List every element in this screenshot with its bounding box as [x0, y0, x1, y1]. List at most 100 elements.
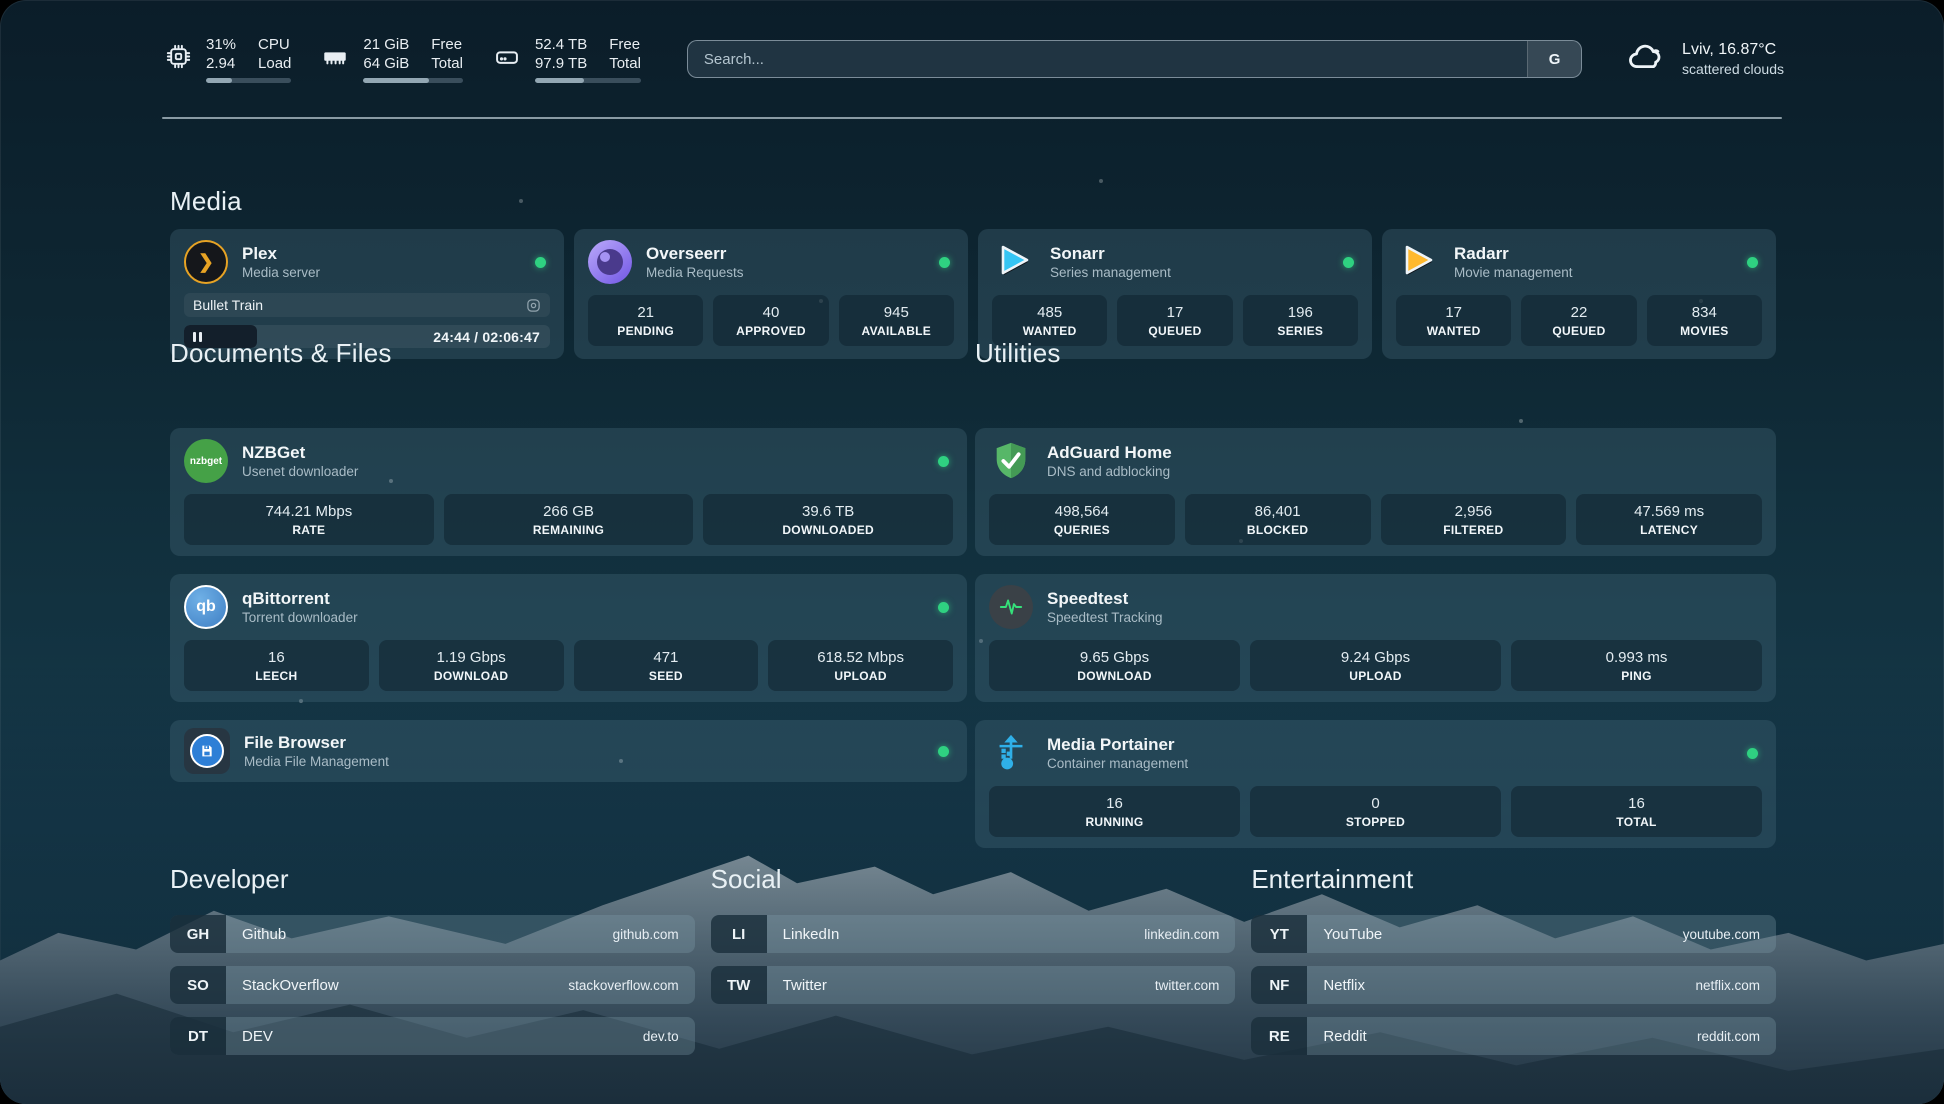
filebrowser-icon: [184, 728, 230, 774]
now-playing-title: Bullet Train: [193, 297, 263, 313]
stat-total: 16TOTAL: [1511, 786, 1762, 837]
disk-icon: [493, 43, 521, 76]
ram-label-bottom: Total: [431, 54, 463, 73]
cpu-load-avg: 2.94: [206, 54, 236, 73]
top-bar: 31% 2.94 CPU Load: [165, 28, 1784, 90]
status-dot: [1747, 257, 1758, 268]
portainer-crane-icon: [989, 731, 1033, 775]
app-name: NZBGet: [242, 442, 358, 463]
status-dot: [938, 746, 949, 757]
cpu-icon: [165, 43, 192, 75]
status-dot: [1343, 257, 1354, 268]
app-name: Sonarr: [1050, 243, 1171, 264]
ram-icon: [321, 43, 349, 76]
stat-approved: 40APPROVED: [713, 295, 828, 346]
section-title-utilities: Utilities: [975, 338, 1061, 369]
overseerr-icon: [588, 240, 632, 284]
section-title-documents: Documents & Files: [170, 338, 392, 369]
nzbget-icon: nzbget: [184, 439, 228, 483]
cpu-label-top: CPU: [258, 35, 291, 54]
app-card-portainer[interactable]: Media Portainer Container management 16R…: [975, 720, 1776, 848]
link-youtube[interactable]: YT YouTube youtube.com: [1251, 915, 1776, 953]
app-subtitle: DNS and adblocking: [1047, 463, 1172, 480]
stat-pending: 21PENDING: [588, 295, 703, 346]
utilities-column: AdGuard Home DNS and adblocking 498,564Q…: [975, 428, 1776, 866]
cpu-label-bottom: Load: [258, 54, 291, 73]
app-subtitle: Media File Management: [244, 753, 389, 770]
ram-total: 64 GiB: [363, 54, 409, 73]
disk-label-bottom: Total: [609, 54, 641, 73]
link-github[interactable]: GH Github github.com: [170, 915, 695, 953]
search-engine-button[interactable]: G: [1527, 41, 1581, 77]
system-stats: 31% 2.94 CPU Load: [165, 35, 641, 83]
link-abbr-badge: DT: [170, 1017, 226, 1055]
app-card-radarr[interactable]: Radarr Movie management 17WANTED 22QUEUE…: [1382, 229, 1776, 359]
link-netflix[interactable]: NF Netflix netflix.com: [1251, 966, 1776, 1004]
stat-available: 945AVAILABLE: [839, 295, 954, 346]
stat-wanted: 17WANTED: [1396, 295, 1511, 346]
status-dot: [1747, 748, 1758, 759]
stat-downloaded: 39.6 TBDOWNLOADED: [703, 494, 953, 545]
documents-column: nzbget NZBGet Usenet downloader 744.21 M…: [170, 428, 967, 800]
link-reddit[interactable]: RE Reddit reddit.com: [1251, 1017, 1776, 1055]
status-dot: [938, 602, 949, 613]
stat-series: 196SERIES: [1243, 295, 1358, 346]
app-name: Overseerr: [646, 243, 744, 264]
link-abbr-badge: SO: [170, 966, 226, 1004]
app-name: Media Portainer: [1047, 734, 1188, 755]
app-card-nzbget[interactable]: nzbget NZBGet Usenet downloader 744.21 M…: [170, 428, 967, 556]
cpu-percent: 31%: [206, 35, 236, 54]
app-name: Radarr: [1454, 243, 1573, 264]
search-bar: G: [687, 40, 1582, 78]
bookmark-group-entertainment: Entertainment YT YouTube youtube.com NF …: [1251, 864, 1776, 1068]
status-dot: [939, 257, 950, 268]
qbittorrent-icon: qb: [184, 585, 228, 629]
link-abbr-badge: LI: [711, 915, 767, 953]
cpu-stat: 31% 2.94 CPU Load: [165, 35, 291, 83]
stat-movies: 834MOVIES: [1647, 295, 1762, 346]
disk-stat: 52.4 TB 97.9 TB Free Total: [493, 35, 641, 83]
section-title-social: Social: [711, 864, 1236, 895]
sonarr-icon: [992, 240, 1036, 284]
radarr-icon: [1396, 240, 1440, 284]
ram-progress-fill: [363, 78, 429, 83]
section-title-entertainment: Entertainment: [1251, 864, 1776, 895]
stat-queued: 17QUEUED: [1117, 295, 1232, 346]
cpu-progress-fill: [206, 78, 232, 83]
app-subtitle: Movie management: [1454, 264, 1573, 281]
ram-progress-track: [363, 78, 463, 83]
link-abbr-badge: YT: [1251, 915, 1307, 953]
disk-total: 97.9 TB: [535, 54, 587, 73]
app-subtitle: Usenet downloader: [242, 463, 358, 480]
stat-download: 9.65 GbpsDOWNLOAD: [989, 640, 1240, 691]
memory-stat: 21 GiB 64 GiB Free Total: [321, 35, 463, 83]
link-twitter[interactable]: TW Twitter twitter.com: [711, 966, 1236, 1004]
app-card-speedtest[interactable]: Speedtest Speedtest Tracking 9.65 GbpsDO…: [975, 574, 1776, 702]
app-name: File Browser: [244, 732, 389, 753]
stat-remaining: 266 GBREMAINING: [444, 494, 694, 545]
weather-condition: scattered clouds: [1682, 61, 1784, 77]
status-dot: [535, 257, 546, 268]
ram-label-top: Free: [431, 35, 463, 54]
stat-stopped: 0STOPPED: [1250, 786, 1501, 837]
snow-specks: [0, 0, 2, 2]
app-card-qbittorrent[interactable]: qb qBittorrent Torrent downloader 16LEEC…: [170, 574, 967, 702]
app-subtitle: Media server: [242, 264, 320, 281]
app-card-overseerr[interactable]: Overseerr Media Requests 21PENDING 40APP…: [574, 229, 968, 359]
link-linkedin[interactable]: LI LinkedIn linkedin.com: [711, 915, 1236, 953]
media-card-grid: ❯ Plex Media server Bullet Train 24:44: [170, 229, 1776, 359]
cpu-progress-track: [206, 78, 291, 83]
now-playing-row: Bullet Train: [184, 293, 550, 317]
link-stackoverflow[interactable]: SO StackOverflow stackoverflow.com: [170, 966, 695, 1004]
app-card-adguard[interactable]: AdGuard Home DNS and adblocking 498,564Q…: [975, 428, 1776, 556]
disk-free: 52.4 TB: [535, 35, 587, 54]
section-title-media: Media: [170, 186, 242, 217]
app-subtitle: Media Requests: [646, 264, 744, 281]
app-card-filebrowser[interactable]: File Browser Media File Management: [170, 720, 967, 782]
disk-label-top: Free: [609, 35, 641, 54]
adguard-shield-icon: [989, 439, 1033, 483]
link-dev[interactable]: DT DEV dev.to: [170, 1017, 695, 1055]
search-input[interactable]: [688, 41, 1527, 77]
stat-queued: 22QUEUED: [1521, 295, 1636, 346]
ram-free: 21 GiB: [363, 35, 409, 54]
